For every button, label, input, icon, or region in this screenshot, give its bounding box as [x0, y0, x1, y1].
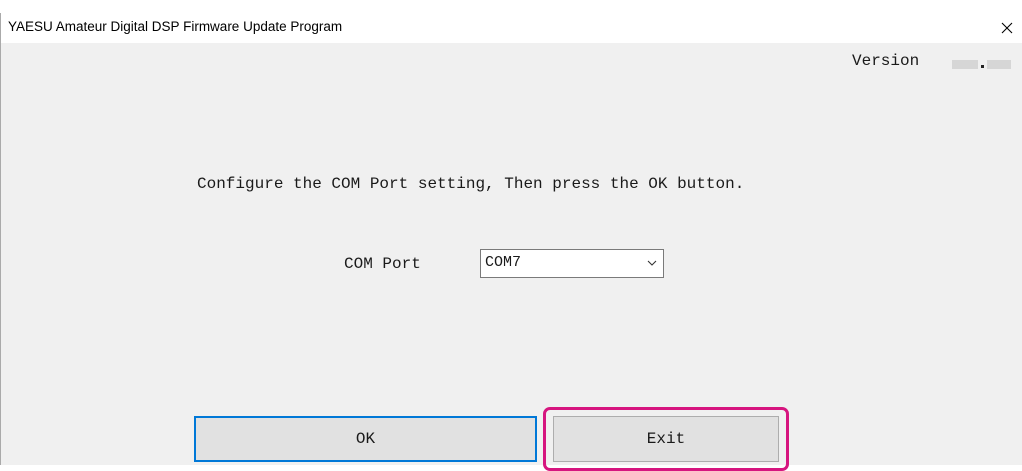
title-bar: YAESU Amateur Digital DSP Firmware Updat… — [1, 13, 1022, 43]
window-title: YAESU Amateur Digital DSP Firmware Updat… — [8, 19, 343, 34]
version-separator — [981, 65, 984, 68]
close-button[interactable] — [992, 13, 1022, 43]
close-icon — [1001, 22, 1013, 34]
version-label: Version — [852, 52, 920, 70]
instruction-text: Configure the COM Port setting, Then pre… — [197, 175, 745, 193]
version-major-redacted — [952, 60, 978, 69]
version-minor-redacted — [987, 60, 1011, 69]
com-port-label: COM Port — [344, 255, 421, 273]
com-port-selected-value: COM7 — [485, 254, 522, 271]
exit-button[interactable]: Exit — [553, 416, 779, 462]
chevron-down-icon — [647, 260, 657, 266]
ok-button-label: OK — [355, 430, 376, 448]
com-port-select[interactable]: COM7 — [480, 249, 664, 278]
ok-button[interactable]: OK — [194, 416, 537, 462]
dialog-window: YAESU Amateur Digital DSP Firmware Updat… — [0, 13, 1022, 471]
version-value — [952, 55, 1011, 69]
exit-button-label: Exit — [646, 430, 686, 448]
